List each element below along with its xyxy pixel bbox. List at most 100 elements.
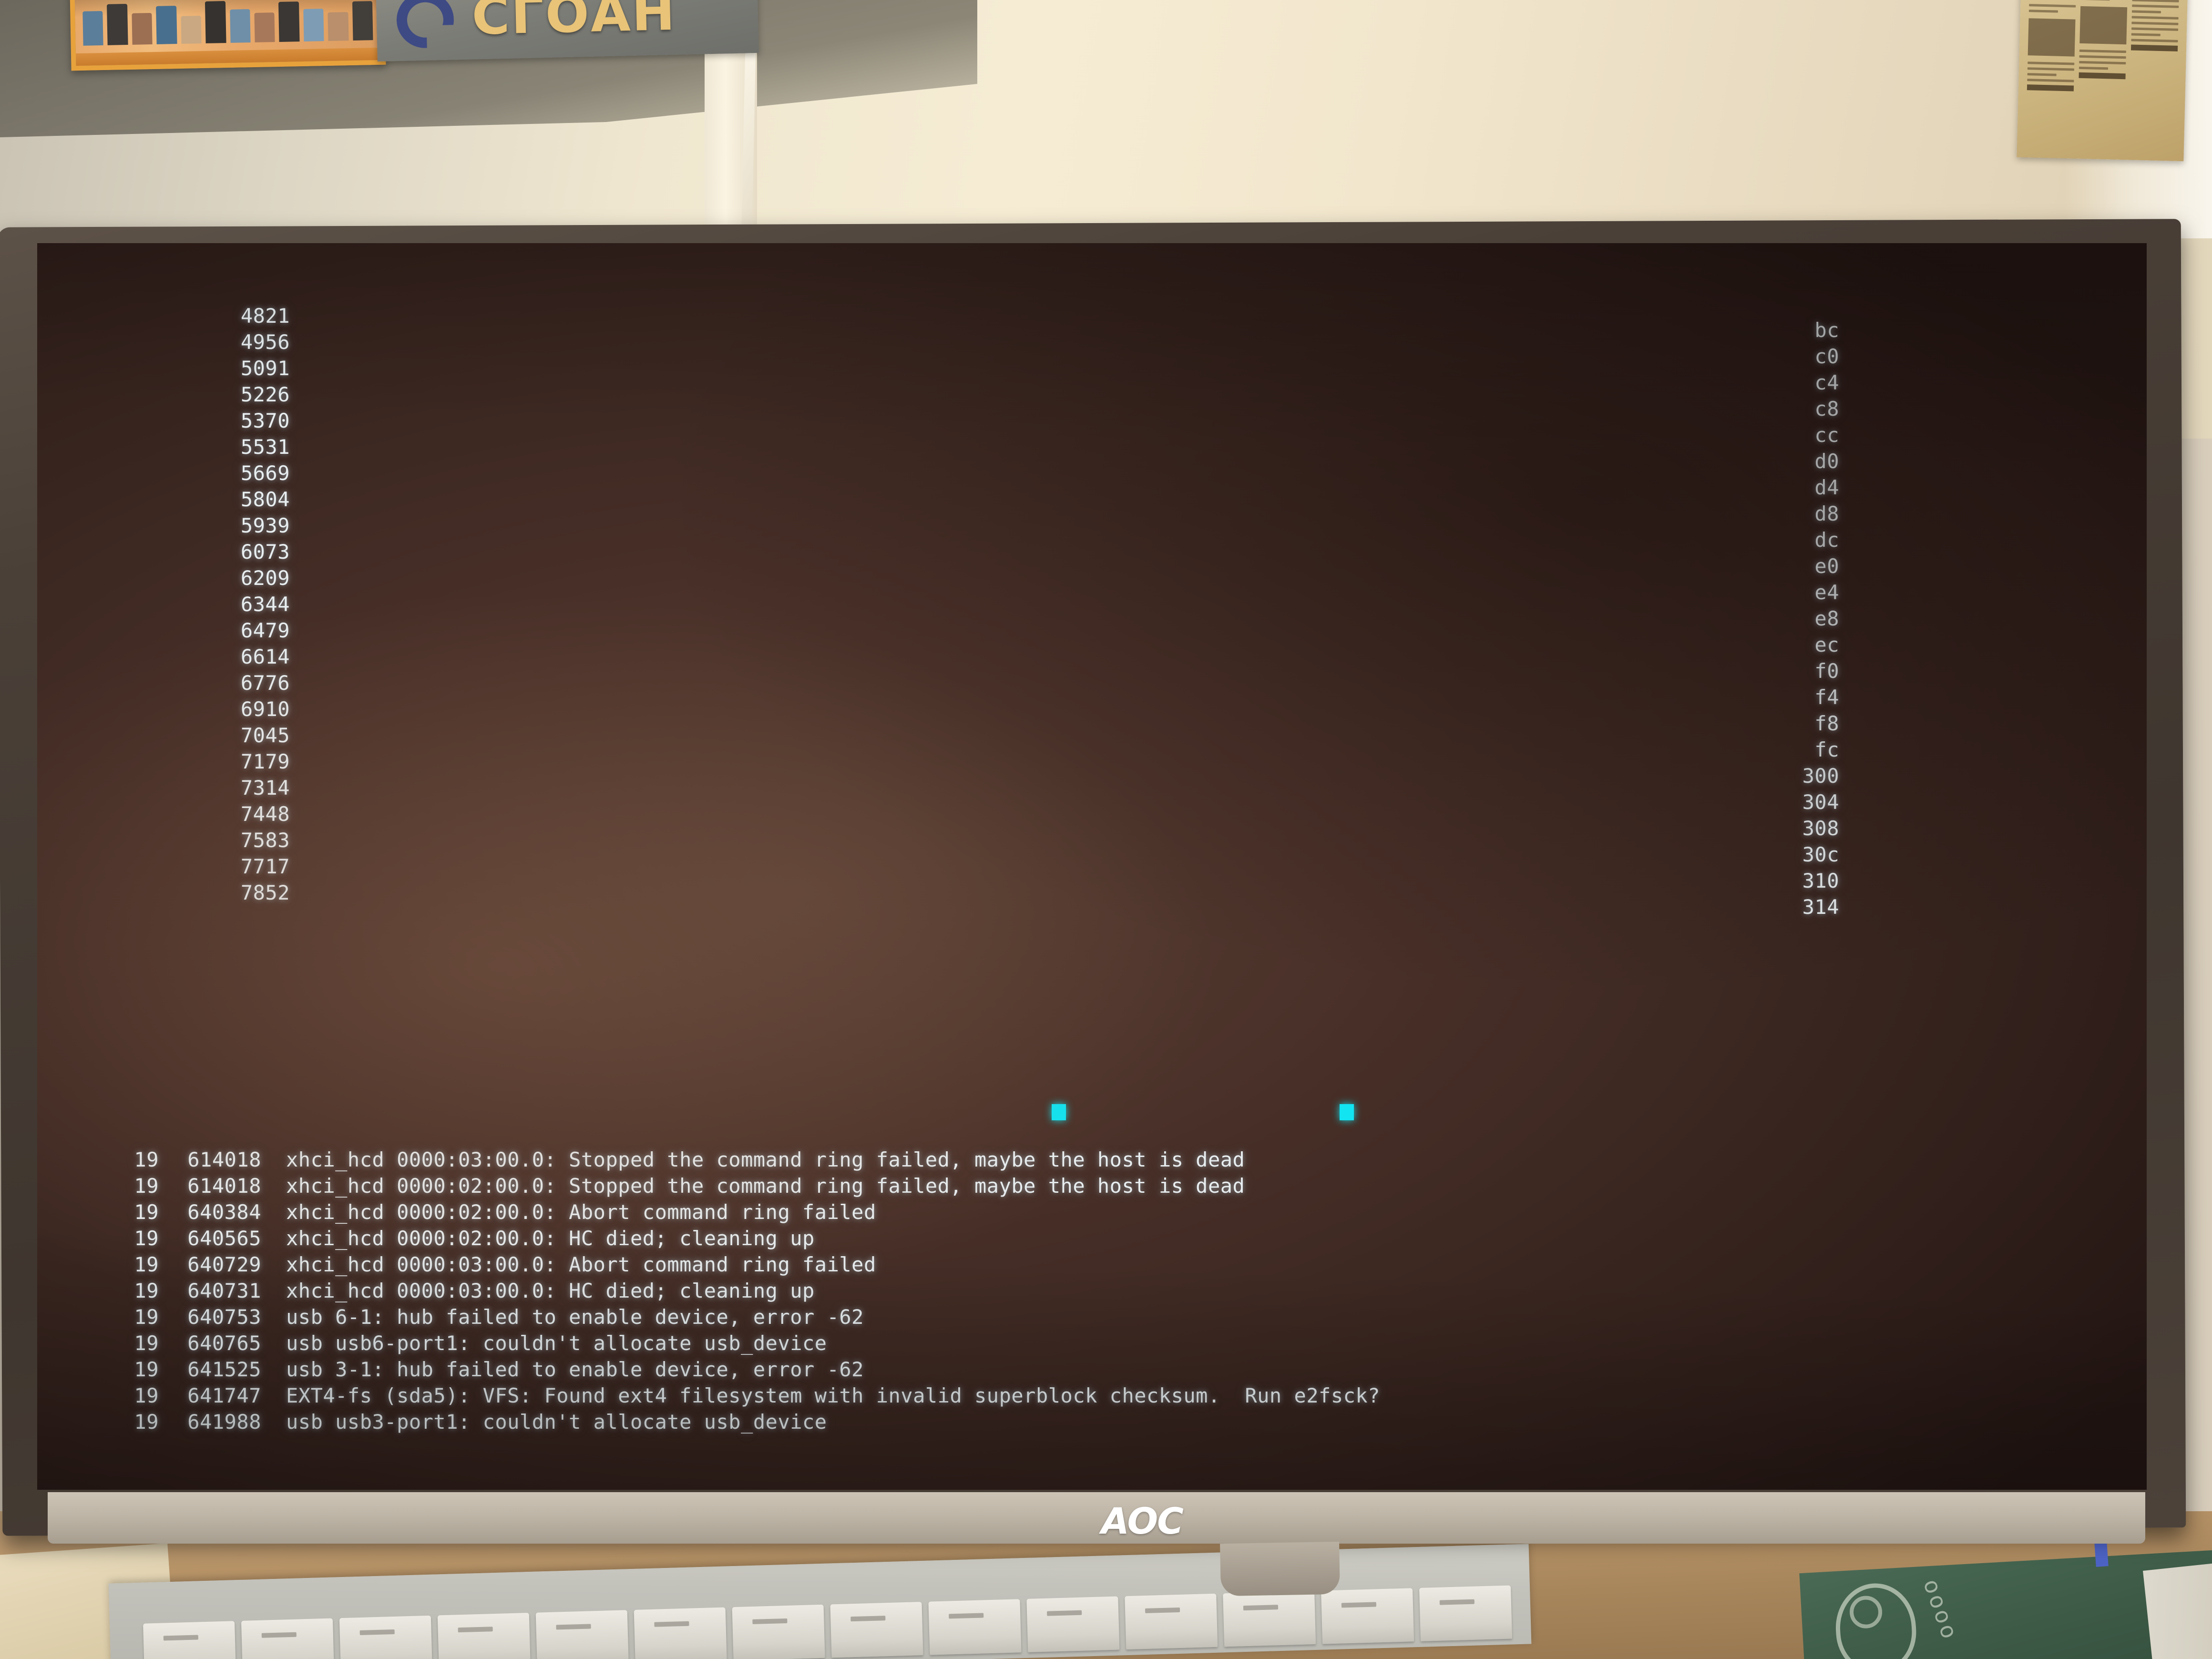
log-message: usb usb6-port1: couldn't allocate usb_de… bbox=[286, 1331, 827, 1355]
log-timestamp-microseconds: 640565 bbox=[187, 1227, 261, 1250]
right-hex-row: 300 bbox=[1802, 764, 1839, 788]
left-number-row: 7717 bbox=[240, 855, 290, 878]
log-timestamp-microseconds: 640731 bbox=[187, 1279, 261, 1302]
paper-sheet-right bbox=[2143, 1562, 2212, 1659]
kernel-log-line: 19 641747 EXT4-fs (sda5): VFS: Found ext4 … bbox=[130, 1382, 1380, 1409]
right-hex-row: dc bbox=[1814, 528, 1839, 552]
left-number-row: 5669 bbox=[240, 461, 290, 485]
right-hex-row: bc bbox=[1814, 318, 1839, 342]
keyboard-key[interactable] bbox=[928, 1599, 1022, 1655]
kernel-log-line: 19 641988 usb usb3-port1: couldn't allocat… bbox=[130, 1409, 1380, 1435]
left-number-row: 5226 bbox=[240, 383, 290, 406]
left-number-row: 7314 bbox=[240, 776, 290, 799]
keyboard-key[interactable] bbox=[437, 1613, 531, 1659]
sign-label: СГОАН bbox=[471, 0, 677, 47]
right-hex-row: d0 bbox=[1814, 450, 1839, 473]
linux-console: 4821 4956 5091 5226 5370 5531 5669 5804 5939 6073… bbox=[37, 243, 2147, 1490]
log-timestamp-seconds: 19 bbox=[134, 1358, 159, 1381]
log-message: xhci_hcd 0000:03:00.0: Abort command rin… bbox=[286, 1253, 876, 1276]
left-number-row: 6776 bbox=[240, 671, 290, 695]
wall-newspaper-clipping bbox=[2017, 0, 2188, 162]
left-number-row: 6073 bbox=[240, 540, 290, 563]
left-number-row: 6344 bbox=[240, 593, 290, 616]
kernel-log-line: 19 641525 usb 3-1: hub failed to enable de… bbox=[130, 1356, 1380, 1382]
log-timestamp-seconds: 19 bbox=[134, 1331, 159, 1355]
keyboard-key[interactable] bbox=[1321, 1588, 1414, 1644]
keyboard-key[interactable] bbox=[634, 1607, 727, 1659]
right-hex-row: e0 bbox=[1814, 554, 1839, 578]
poster-figures bbox=[75, 0, 381, 46]
keyboard-key[interactable] bbox=[1026, 1596, 1120, 1652]
log-timestamp-microseconds: 641525 bbox=[187, 1358, 261, 1381]
keyboard-key[interactable] bbox=[732, 1604, 825, 1659]
photograph-scene: СГОАН oooo 4821 4956 5091 5226 5370 5531… bbox=[0, 0, 2212, 1659]
clipping-column bbox=[2026, 0, 2076, 144]
log-timestamp-seconds: 19 bbox=[134, 1410, 159, 1434]
log-message: usb usb3-port1: couldn't allocate usb_de… bbox=[286, 1410, 827, 1434]
log-message: xhci_hcd 0000:03:00.0: Stopped the comma… bbox=[286, 1148, 1245, 1171]
left-number-row: 5370 bbox=[240, 409, 290, 432]
keyboard-key[interactable] bbox=[241, 1618, 334, 1659]
keyboard-key[interactable] bbox=[1223, 1591, 1316, 1647]
right-hex-row: c8 bbox=[1814, 397, 1839, 420]
right-hex-row: ec bbox=[1814, 633, 1839, 656]
right-hex-row: e4 bbox=[1814, 581, 1839, 604]
kernel-log-line: 19 614018 xhci_hcd 0000:02:00.0: Stopped t… bbox=[130, 1173, 1380, 1199]
blue-bookmark-tab bbox=[2094, 1541, 2109, 1567]
left-number-row: 7045 bbox=[240, 724, 290, 747]
log-timestamp-seconds: 19 bbox=[134, 1200, 159, 1224]
log-timestamp-microseconds: 614018 bbox=[187, 1174, 261, 1198]
kernel-log-line: 19 640384 xhci_hcd 0000:02:00.0: Abort com… bbox=[130, 1199, 1380, 1225]
book-cover-text: oooo bbox=[1918, 1576, 1964, 1644]
right-hex-row: 30c bbox=[1802, 843, 1839, 866]
right-hex-column: bc c0 c4 c8 cc d0 d4 d8 dc e0 e4 e8 ec f0 f4 f8 fc 300 304… bbox=[1725, 317, 1839, 920]
poster-bottom-strip bbox=[75, 47, 381, 66]
kernel-log-line: 19 640731 xhci_hcd 0000:03:00.0: HC died; … bbox=[130, 1278, 1380, 1304]
keyboard-key[interactable] bbox=[1419, 1585, 1513, 1641]
wall-poster-photo-collage bbox=[70, 0, 386, 71]
left-number-row: 5531 bbox=[240, 435, 290, 459]
left-number-row: 7179 bbox=[240, 750, 290, 773]
left-number-row: 4956 bbox=[240, 330, 290, 354]
log-timestamp-seconds: 19 bbox=[134, 1279, 159, 1302]
right-hex-row: f0 bbox=[1814, 659, 1839, 683]
log-timestamp-microseconds: 614018 bbox=[187, 1148, 261, 1171]
log-timestamp-seconds: 19 bbox=[134, 1227, 159, 1250]
left-number-row: 5091 bbox=[240, 357, 290, 380]
left-number-row: 6479 bbox=[240, 619, 290, 642]
left-number-row: 4821 bbox=[240, 304, 290, 328]
right-hex-row: fc bbox=[1814, 738, 1839, 761]
right-hex-row: e8 bbox=[1814, 607, 1839, 630]
clipping-column bbox=[2129, 0, 2179, 147]
keyboard-key[interactable] bbox=[143, 1621, 236, 1659]
log-message: xhci_hcd 0000:02:00.0: Abort command rin… bbox=[286, 1200, 876, 1224]
log-timestamp-seconds: 19 bbox=[134, 1174, 159, 1198]
left-number-row: 6614 bbox=[240, 645, 290, 668]
kernel-log-line: 19 640565 xhci_hcd 0000:02:00.0: HC died; … bbox=[130, 1225, 1380, 1251]
right-hex-row: 314 bbox=[1802, 895, 1839, 919]
clipping-column bbox=[2077, 0, 2128, 145]
keyboard-key[interactable] bbox=[830, 1602, 923, 1658]
right-hex-row: f8 bbox=[1814, 712, 1839, 735]
left-number-row: 7852 bbox=[240, 881, 290, 904]
log-timestamp-microseconds: 640729 bbox=[187, 1253, 261, 1276]
monitor-brand-logo: AOC bbox=[1101, 1500, 1184, 1542]
keyboard-function-row[interactable] bbox=[143, 1585, 1513, 1659]
left-number-row: 6910 bbox=[240, 697, 290, 721]
right-hex-row: f4 bbox=[1814, 686, 1839, 709]
monitor-bottom-bezel bbox=[48, 1492, 2145, 1544]
busybox-banner-block: BusyBox v1.22.1 (Debian 1:1.22.0-19) bui… bbox=[130, 1449, 831, 1490]
log-timestamp-microseconds: 641988 bbox=[187, 1410, 261, 1434]
log-timestamp-seconds: 19 bbox=[134, 1384, 159, 1407]
monitor-screen: 4821 4956 5091 5226 5370 5531 5669 5804 5939 6073… bbox=[37, 243, 2147, 1490]
log-timestamp-microseconds: 640765 bbox=[187, 1331, 261, 1355]
log-message: EXT4-fs (sda5): VFS: Found ext4 filesyst… bbox=[286, 1384, 1380, 1407]
kernel-log-line: 19 640753 usb 6-1: hub failed to enable de… bbox=[130, 1304, 1380, 1330]
keyboard-key[interactable] bbox=[535, 1610, 629, 1659]
keyboard-key[interactable] bbox=[339, 1615, 432, 1659]
left-number-column: 4821 4956 5091 5226 5370 5531 5669 5804 5939 6073… bbox=[175, 303, 290, 906]
keyboard-key[interactable] bbox=[1125, 1593, 1218, 1650]
monitor-stand-neck bbox=[1220, 1541, 1340, 1597]
log-message: xhci_hcd 0000:02:00.0: HC died; cleaning… bbox=[286, 1227, 815, 1250]
log-timestamp-seconds: 19 bbox=[134, 1305, 159, 1329]
